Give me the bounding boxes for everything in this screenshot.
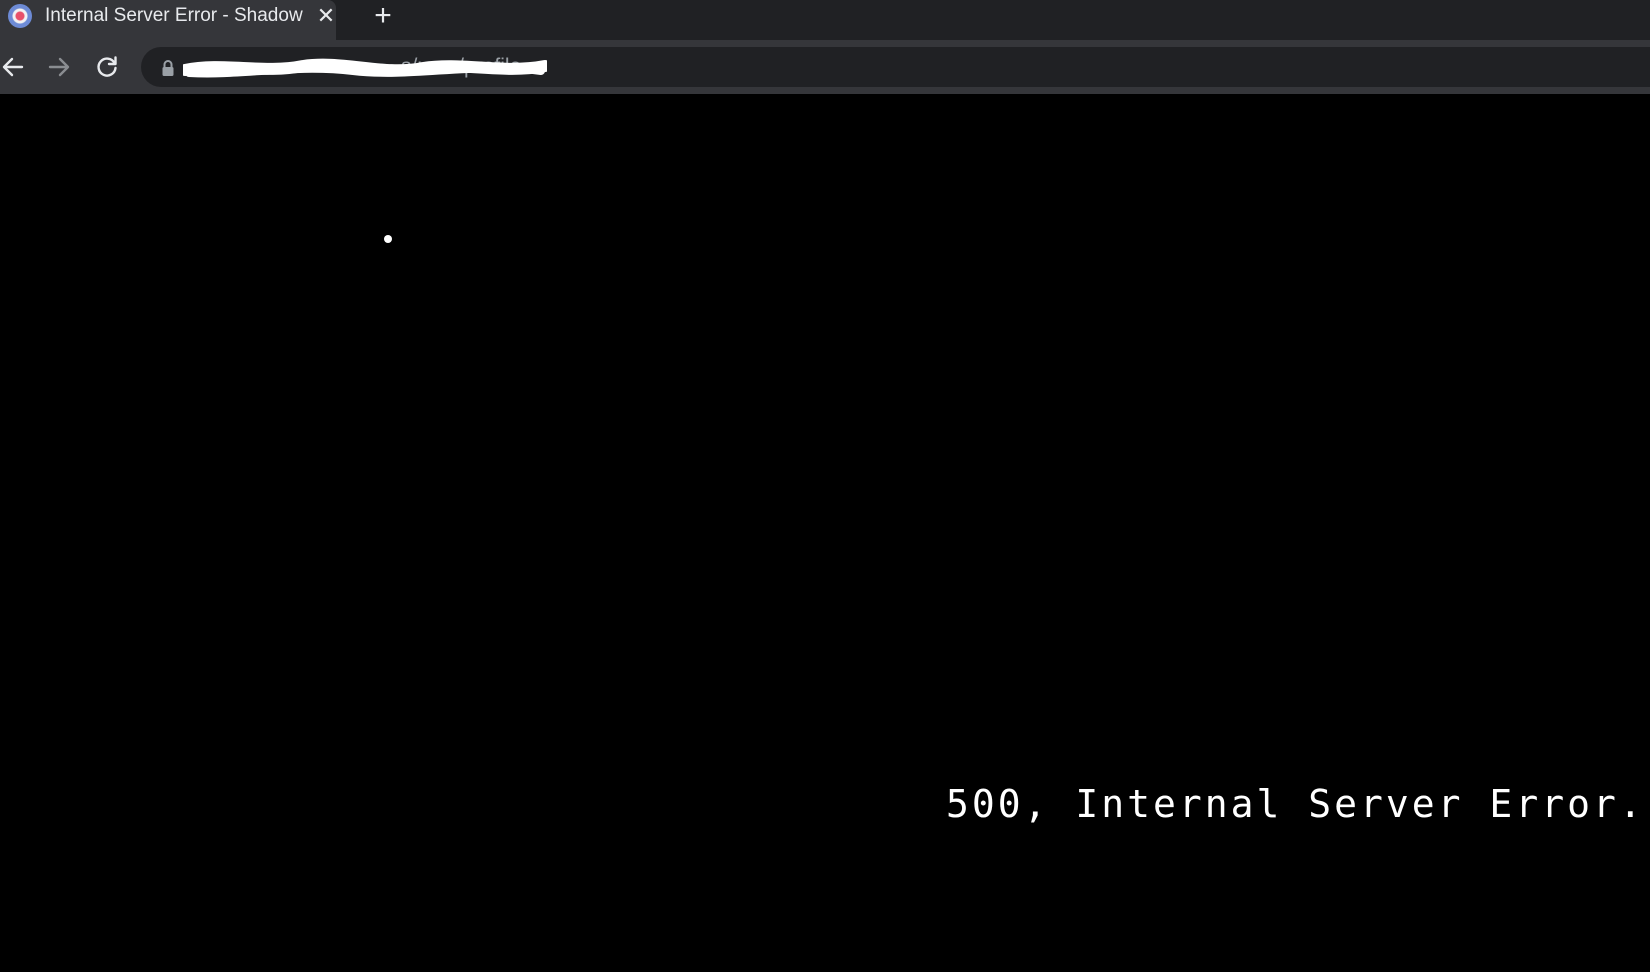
- address-bar[interactable]: s/user/profile: [141, 47, 1650, 87]
- error-message: 500, Internal Server Error.: [946, 782, 1645, 826]
- tab-title: Internal Server Error - Shadow: [45, 5, 303, 26]
- active-tab[interactable]: Internal Server Error - Shadow ✕: [0, 0, 336, 40]
- forward-button[interactable]: [46, 54, 72, 80]
- browser-toolbar: s/user/profile: [0, 40, 1650, 134]
- site-favicon-icon: [8, 4, 32, 28]
- reload-icon: [97, 56, 117, 77]
- tab-close-icon[interactable]: ✕: [314, 4, 338, 28]
- reload-button[interactable]: [94, 54, 120, 80]
- browser-window: Internal Server Error - Shadow ✕ + s/use…: [0, 0, 1650, 972]
- lock-icon[interactable]: [160, 59, 176, 77]
- forward-arrow-icon: [48, 57, 70, 77]
- back-button[interactable]: [0, 54, 26, 80]
- url-text: s/user/profile: [401, 55, 522, 78]
- new-tab-button[interactable]: +: [370, 1, 396, 31]
- back-arrow-icon: [2, 57, 24, 77]
- page-content: 500, Internal Server Error.: [0, 94, 1650, 972]
- tab-strip: Internal Server Error - Shadow ✕ +: [0, 0, 1650, 40]
- white-dot: [384, 235, 392, 243]
